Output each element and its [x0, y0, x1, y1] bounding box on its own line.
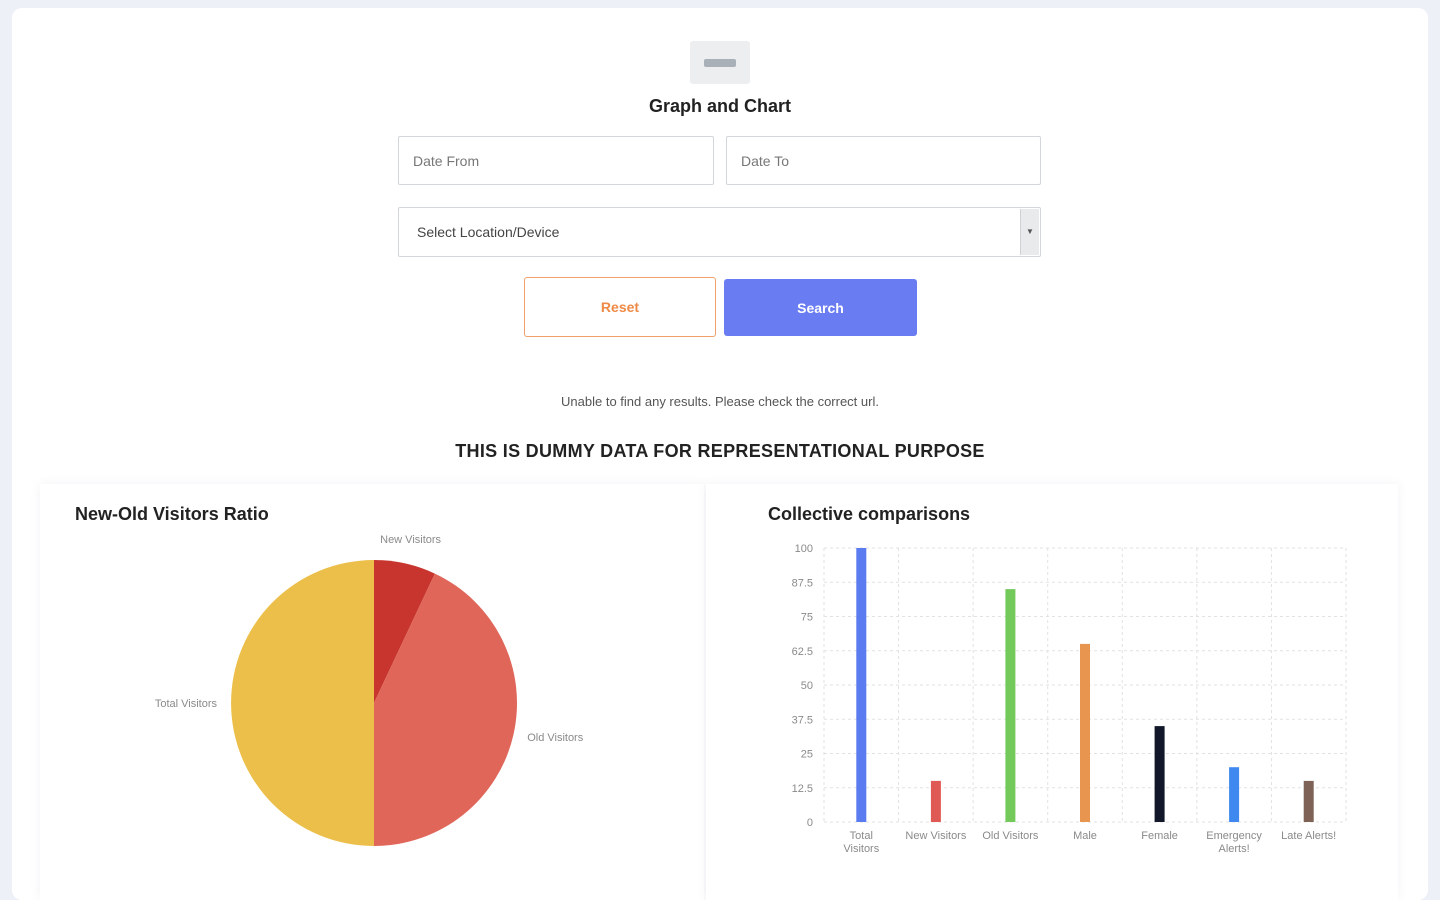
date-from-input[interactable] [398, 136, 714, 185]
y-tick-label: 25 [801, 749, 813, 761]
y-tick-label: 0 [807, 817, 813, 829]
bar[interactable] [1303, 780, 1314, 822]
pie-chart: New Visitors Old Visitors Total Visitors [155, 534, 584, 847]
bar[interactable] [1005, 589, 1016, 822]
no-results-message: Unable to find any results. Please check… [561, 394, 879, 409]
pie-slice[interactable] [231, 560, 374, 846]
y-tick-label: 37.5 [792, 714, 813, 726]
x-tick-label: Old Visitors [982, 830, 1039, 842]
y-tick-label: 100 [795, 543, 813, 555]
x-tick-label: New Visitors [905, 830, 966, 842]
logo-image [690, 41, 750, 84]
bar-chart-card: Collective comparisons 0 12.5 25 37.5 50 62.5… [706, 484, 1398, 900]
y-tick-label: 62.5 [792, 646, 813, 658]
bar[interactable] [930, 780, 941, 822]
pie-chart-card: New-Old Visitors Ratio New Visitors Old V… [40, 484, 704, 900]
x-tick-label: Male [1073, 830, 1097, 842]
y-tick-label: 75 [801, 612, 813, 624]
y-tick-label: 12.5 [792, 783, 813, 795]
logo-mark [704, 59, 736, 67]
bar[interactable] [1229, 767, 1240, 822]
dummy-data-notice: THIS IS DUMMY DATA FOR REPRESENTATIONAL … [455, 441, 985, 461]
pie-slice-label: New Visitors [380, 534, 441, 546]
x-tick-label: Late Alerts! [1281, 830, 1336, 842]
date-to-input[interactable] [726, 136, 1041, 185]
chevron-down-icon[interactable]: ▼ [1020, 209, 1039, 255]
bar[interactable] [856, 548, 867, 822]
y-tick-label: 50 [801, 680, 813, 692]
bar-chart: 0 12.5 25 37.5 50 62.5 75 87.5 100 Total Visitors N… [792, 543, 1347, 855]
x-tick-label: Total Visitors [843, 830, 879, 855]
y-tick-label: 87.5 [792, 577, 813, 589]
reset-button[interactable]: Reset [524, 277, 716, 337]
location-select-value: Select Location/Device [417, 224, 560, 240]
bar[interactable] [1154, 726, 1165, 822]
location-device-select[interactable]: Select Location/Device ▼ [398, 207, 1041, 257]
page-title: Graph and Chart [648, 96, 791, 116]
x-tick-label: Emergency Alerts! [1206, 830, 1262, 855]
pie-slice-label: Total Visitors [155, 698, 218, 710]
bar[interactable] [1080, 643, 1090, 822]
pie-slice-label: Old Visitors [527, 732, 584, 744]
x-tick-label: Female [1141, 830, 1178, 842]
search-button[interactable]: Search [724, 279, 917, 336]
